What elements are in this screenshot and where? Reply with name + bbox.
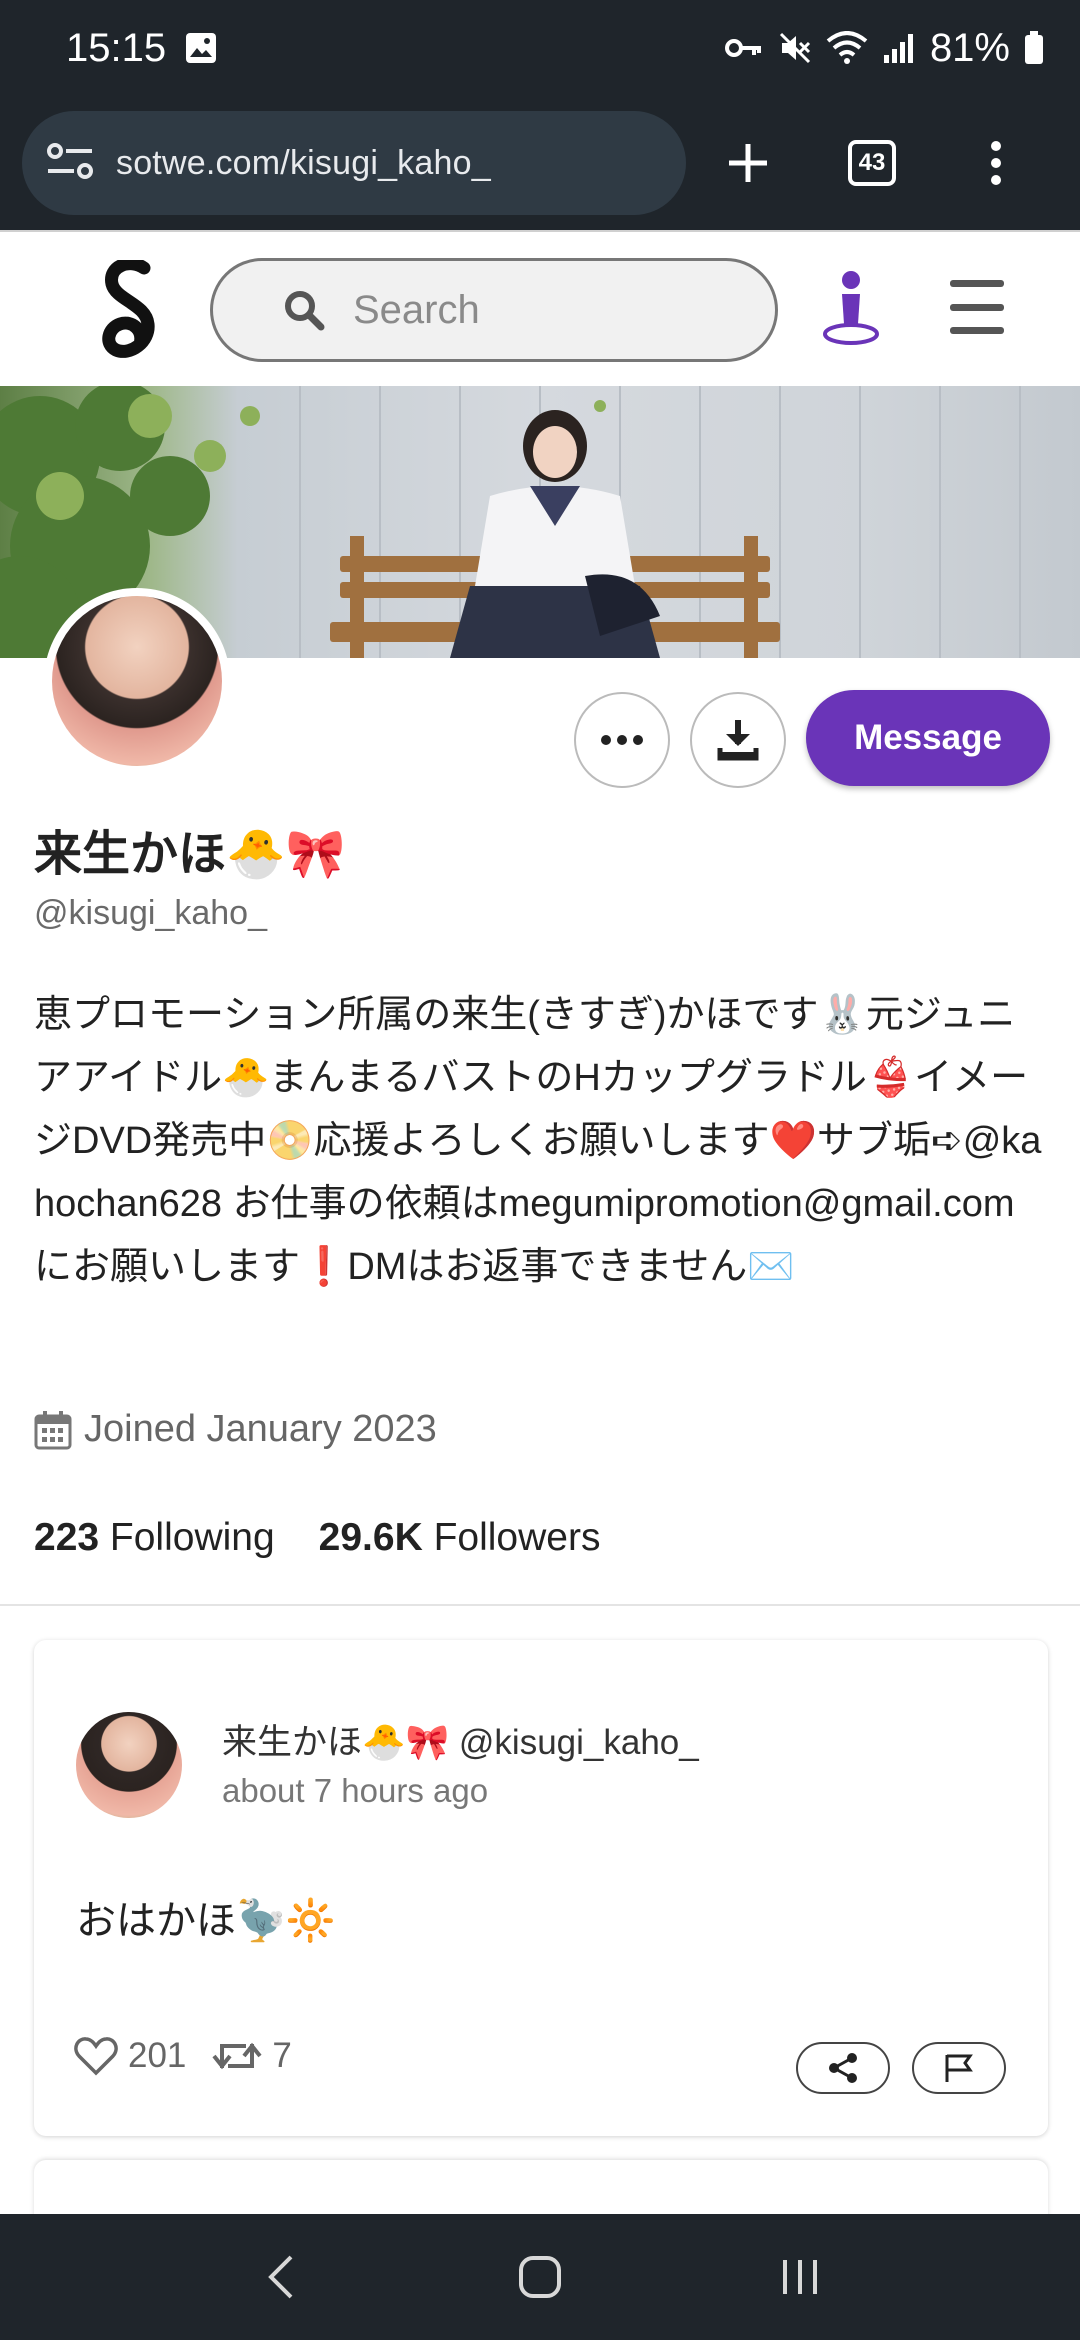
following-link[interactable]: 223 Following (34, 1516, 275, 1560)
wifi-icon (826, 31, 868, 65)
system-nav-bar (0, 2214, 1080, 2340)
followers-link[interactable]: 29.6K Followers (319, 1516, 601, 1560)
hamburger-icon[interactable] (950, 280, 1004, 334)
followers-label: Followers (433, 1516, 601, 1559)
battery-percent: 81% (929, 25, 1010, 70)
joined-text: Joined January 2023 (84, 1408, 437, 1450)
follow-stats: 223 Following 29.6K Followers (34, 1516, 600, 1560)
battery-icon (1024, 31, 1044, 65)
browser-menu-button[interactable] (934, 111, 1058, 215)
like-button[interactable]: 201 (74, 2036, 186, 2076)
menu-dots-icon (991, 141, 1001, 185)
heart-icon (74, 2037, 118, 2076)
tweet-time[interactable]: about 7 hours ago (222, 1772, 488, 1810)
recents-icon (783, 2260, 817, 2294)
image-icon (184, 31, 218, 65)
tweet-avatar[interactable] (76, 1712, 182, 1818)
recents-button[interactable] (755, 2232, 845, 2322)
user-icon[interactable] (820, 268, 882, 348)
tweet-card[interactable]: 来生かほ🐣🎀 @kisugi_kaho_ about 7 hours ago お… (34, 1640, 1048, 2136)
more-options-button[interactable] (574, 692, 670, 788)
tweet-author[interactable]: 来生かほ🐣🎀 @kisugi_kaho_ (222, 1714, 699, 1765)
download-icon (717, 720, 759, 761)
new-tab-icon (729, 144, 767, 182)
profile-handle: @kisugi_kaho_ (34, 894, 267, 932)
tab-switcher-button[interactable]: 43 (810, 111, 934, 215)
following-label: Following (109, 1516, 275, 1559)
share-icon (829, 2053, 857, 2083)
status-bar: 15:15 81% (0, 0, 1080, 96)
logo-icon[interactable] (100, 257, 160, 360)
divider (0, 1604, 1080, 1606)
following-count: 223 (34, 1516, 100, 1559)
search-icon (285, 291, 325, 331)
back-button[interactable] (235, 2232, 325, 2322)
key-icon (724, 36, 764, 60)
status-time: 15:15 (66, 25, 167, 70)
profile-bio: 恵プロモーション所属の来生(きすぎ)かほです🐰元ジュニアアイドル🐣まんまるバスト… (34, 994, 1042, 1288)
browser-toolbar: sotwe.com/kisugi_kaho_ 43 (0, 96, 1080, 230)
mute-icon (778, 31, 812, 65)
calendar-icon (34, 1410, 72, 1449)
url-text[interactable]: sotwe.com/kisugi_kaho_ (116, 144, 491, 183)
address-bar[interactable]: sotwe.com/kisugi_kaho_ (22, 111, 686, 215)
signal-icon (882, 31, 916, 65)
more-dots-icon (601, 735, 643, 745)
tweet-card[interactable] (34, 2160, 1048, 2220)
display-name: 来生かほ🐣🎀 (34, 828, 346, 881)
site-header (0, 230, 1080, 386)
retweet-count: 7 (272, 2036, 292, 2075)
retweet-icon (212, 2042, 262, 2070)
flag-icon (945, 2054, 973, 2082)
site-settings-icon[interactable] (46, 141, 94, 186)
search-input[interactable] (353, 287, 733, 333)
new-tab-button[interactable] (686, 111, 810, 215)
share-button[interactable] (796, 2042, 890, 2094)
like-count: 201 (128, 2036, 187, 2075)
report-button[interactable] (912, 2042, 1006, 2094)
tweet-text: おはかほ🦤🔆 (76, 1899, 336, 1943)
joined-date: Joined January 2023 (34, 1408, 437, 1451)
followers-count: 29.6K (318, 1516, 423, 1559)
back-icon (268, 2255, 293, 2299)
tab-count: 43 (848, 140, 896, 186)
retweet-button[interactable]: 7 (212, 2036, 292, 2076)
tweet-actions: 201 7 (74, 2036, 292, 2076)
download-button[interactable] (690, 692, 786, 788)
home-button[interactable] (495, 2232, 585, 2322)
search-box[interactable] (210, 258, 778, 362)
profile-avatar[interactable] (44, 588, 230, 774)
message-button[interactable]: Message (806, 690, 1050, 786)
home-icon (519, 2256, 561, 2298)
